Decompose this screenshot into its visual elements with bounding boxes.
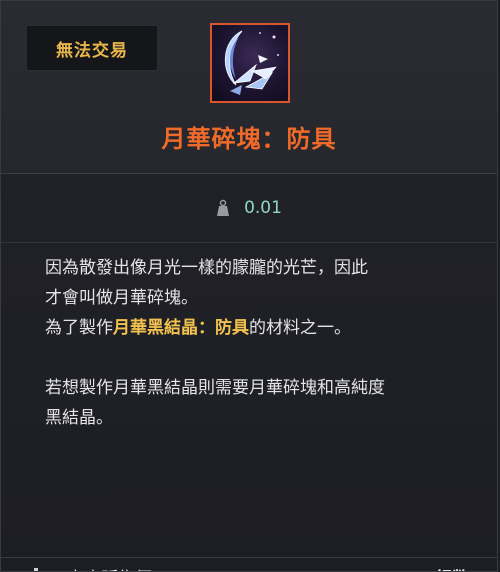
description-line: 為了製作月華黑結晶：防具的材料之一。 (45, 313, 475, 343)
description-text: 的材料之一。 (249, 318, 351, 338)
description-line: 才會叫做月華碎塊。 (45, 288, 198, 308)
price-tag-icon (31, 567, 41, 571)
tooltip-header: 無法交易 月華碎塊：防具 (1, 1, 497, 174)
item-name: 月華碎塊：防具 (161, 125, 337, 153)
highlight-material-name: 月華黑結晶 (113, 318, 198, 338)
item-tooltip: 無法交易 月華碎塊：防具 0.01 因為散發出像月光一樣的朦朧的光芒，因此 才會… (0, 0, 498, 572)
moon-crystal-fragment-icon (210, 23, 290, 103)
description-line: 因為散發出像月光一樣的朦朧的光芒，因此 (45, 258, 368, 278)
shop-price-label: 商店販售價 (67, 564, 152, 571)
shop-price-value: 1,000 銀幣 (375, 564, 469, 571)
shop-price-row: 商店販售價 1,000 銀幣 (1, 557, 497, 571)
highlight-separator: ： (198, 318, 215, 338)
weight-value: 0.01 (244, 198, 282, 218)
highlight-material-type: 防具 (215, 318, 249, 338)
description-line: 黑結晶。 (45, 408, 113, 428)
description-text: 為了製作 (45, 318, 113, 338)
trade-status-badge: 無法交易 (26, 25, 158, 71)
weight-row: 0.01 (1, 174, 497, 243)
weight-icon (216, 199, 230, 217)
item-description: 因為散發出像月光一樣的朦朧的光芒，因此 才會叫做月華碎塊。 為了製作月華黑結晶：… (45, 253, 475, 433)
description-line: 若想製作月華黑結晶則需要月華碎塊和高純度 (45, 378, 385, 398)
